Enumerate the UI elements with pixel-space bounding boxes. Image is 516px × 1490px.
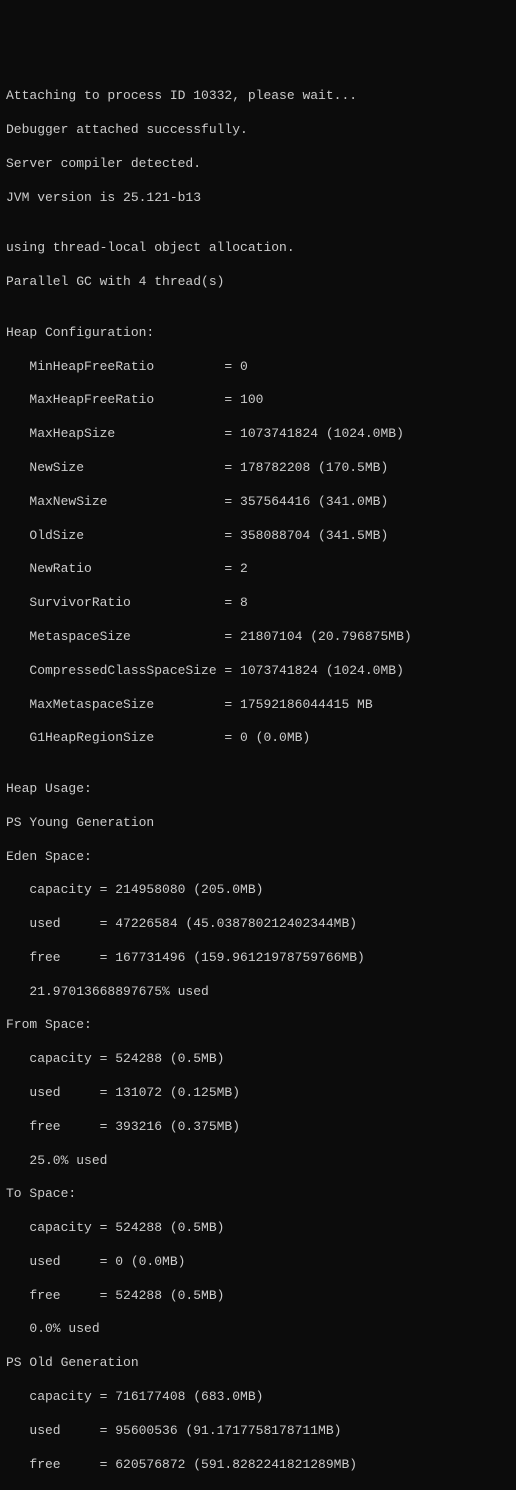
output-line: MinHeapFreeRatio = 0: [6, 359, 510, 376]
output-line: capacity = 524288 (0.5MB): [6, 1220, 510, 1237]
output-line: MaxMetaspaceSize = 17592186044415 MB: [6, 697, 510, 714]
output-line: PS Old Generation: [6, 1355, 510, 1372]
output-line: free = 620576872 (591.8282241821289MB): [6, 1457, 510, 1474]
output-line: capacity = 214958080 (205.0MB): [6, 882, 510, 899]
output-line: MaxHeapFreeRatio = 100: [6, 392, 510, 409]
output-line: free = 524288 (0.5MB): [6, 1288, 510, 1305]
output-line: used = 0 (0.0MB): [6, 1254, 510, 1271]
output-line: free = 167731496 (159.96121978759766MB): [6, 950, 510, 967]
output-line: Attaching to process ID 10332, please wa…: [6, 88, 510, 105]
output-line: Server compiler detected.: [6, 156, 510, 173]
output-line: Heap Configuration:: [6, 325, 510, 342]
output-line: 21.97013668897675% used: [6, 984, 510, 1001]
output-line: OldSize = 358088704 (341.5MB): [6, 528, 510, 545]
output-line: used = 95600536 (91.1717758178711MB): [6, 1423, 510, 1440]
output-line: MaxHeapSize = 1073741824 (1024.0MB): [6, 426, 510, 443]
output-line: used = 47226584 (45.038780212402344MB): [6, 916, 510, 933]
output-line: 0.0% used: [6, 1321, 510, 1338]
output-line: NewRatio = 2: [6, 561, 510, 578]
output-line: NewSize = 178782208 (170.5MB): [6, 460, 510, 477]
output-line: Heap Usage:: [6, 781, 510, 798]
output-line: To Space:: [6, 1186, 510, 1203]
output-line: capacity = 716177408 (683.0MB): [6, 1389, 510, 1406]
output-line: Eden Space:: [6, 849, 510, 866]
output-line: capacity = 524288 (0.5MB): [6, 1051, 510, 1068]
output-line: JVM version is 25.121-b13: [6, 190, 510, 207]
output-line: Debugger attached successfully.: [6, 122, 510, 139]
output-line: used = 131072 (0.125MB): [6, 1085, 510, 1102]
terminal-output: Attaching to process ID 10332, please wa…: [6, 72, 510, 1490]
output-line: free = 393216 (0.375MB): [6, 1119, 510, 1136]
output-line: Parallel GC with 4 thread(s): [6, 274, 510, 291]
output-line: SurvivorRatio = 8: [6, 595, 510, 612]
output-line: 25.0% used: [6, 1153, 510, 1170]
output-line: CompressedClassSpaceSize = 1073741824 (1…: [6, 663, 510, 680]
output-line: MaxNewSize = 357564416 (341.0MB): [6, 494, 510, 511]
output-line: From Space:: [6, 1017, 510, 1034]
output-line: using thread-local object allocation.: [6, 240, 510, 257]
output-line: MetaspaceSize = 21807104 (20.796875MB): [6, 629, 510, 646]
output-line: PS Young Generation: [6, 815, 510, 832]
